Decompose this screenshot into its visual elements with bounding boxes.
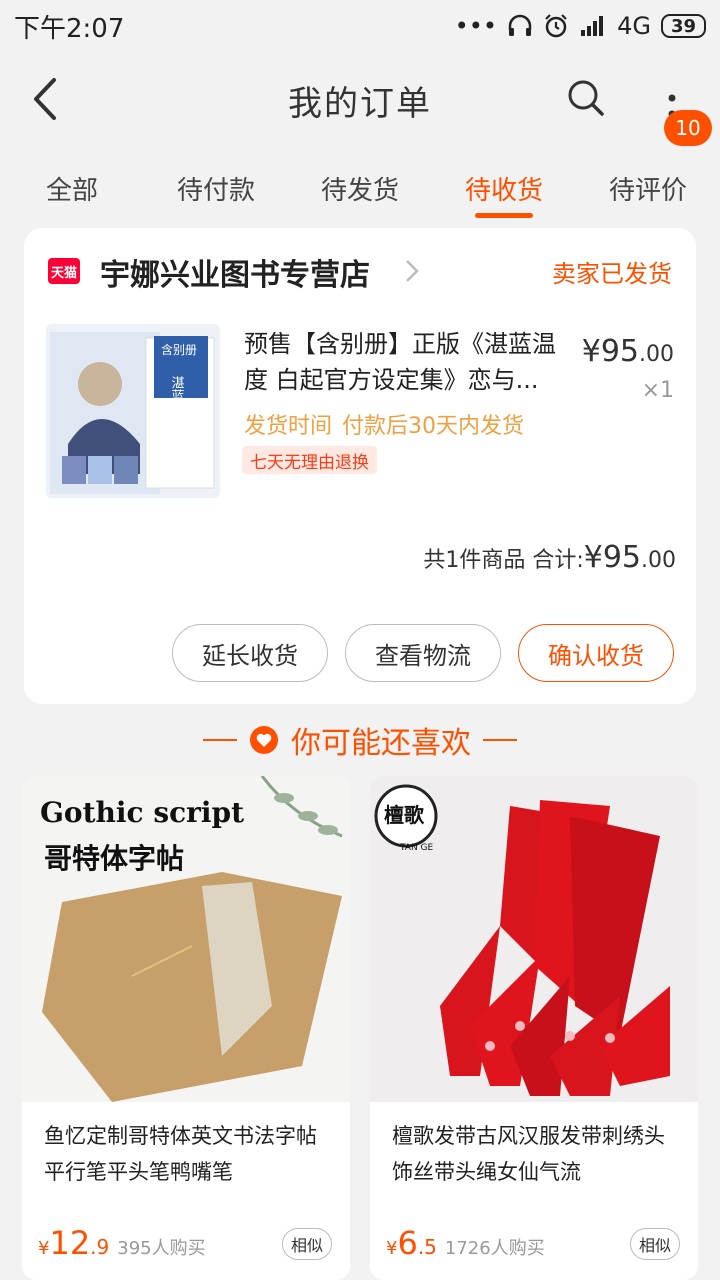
image-text-cn: 哥特体字帖 (44, 842, 184, 875)
price-dec: .5 (417, 1235, 437, 1259)
currency: ¥ (386, 1238, 398, 1259)
product-price: ¥95.00 (582, 334, 674, 369)
store-row[interactable]: 天猫 宇娜兴业图书专营店 卖家已发货 (24, 228, 696, 314)
similar-button[interactable]: 相似 (629, 1228, 680, 1260)
network-label: 4G (617, 12, 651, 40)
product-thumbnail[interactable]: 含别册 湛蓝温度 (46, 324, 220, 498)
shipping-value: 付款后30天内发货 (342, 414, 525, 439)
order-card: 天猫 宇娜兴业图书专营店 卖家已发货 含别册 湛蓝温度 预售【含别册】正版《湛蓝… (24, 228, 696, 704)
status-time: 下午2:07 (14, 13, 125, 44)
store-name[interactable]: 宇娜兴业图书专营店 (100, 250, 370, 294)
price-dec: .9 (90, 1235, 110, 1259)
similar-button[interactable]: 相似 (281, 1228, 332, 1260)
heart-icon (250, 726, 278, 754)
summary-total-int: ¥95 (583, 540, 641, 575)
notification-badge: 10 (664, 110, 712, 146)
thumb-badge-text: 含别册 (161, 342, 197, 357)
tab-pending-receipt[interactable]: 待收货 (432, 158, 576, 220)
tab-pending-review[interactable]: 待评价 (576, 158, 720, 220)
product-image: 檀歌 TAN GE (370, 776, 698, 1102)
top-nav: 我的订单 10 (0, 52, 720, 146)
product-title: 檀歌发带古风汉服发带刺绣头饰丝带头绳女仙气流 (392, 1124, 665, 1184)
product-title: 鱼忆定制哥特体英文书法字帖平行笔平头笔鸭嘴笔 (44, 1124, 317, 1184)
battery-icon: 39 (660, 14, 706, 38)
order-summary: 共1件商品 合计:¥95.00 (423, 540, 676, 575)
recommend-title: 你可能还喜欢 (291, 726, 471, 761)
sold-count: 395人购买 (117, 1238, 206, 1259)
confirm-receipt-button[interactable]: 确认收货 (518, 624, 674, 682)
divider (483, 739, 517, 741)
return-policy-tag: 七天无理由退换 (242, 446, 377, 474)
headphones-icon (508, 14, 532, 36)
status-bar: 下午2:07 ••• 4G 39 (0, 0, 720, 52)
chevron-right-icon (406, 260, 419, 282)
price-int: 6 (397, 1224, 418, 1262)
search-icon[interactable] (566, 78, 606, 118)
page-title: 我的订单 (288, 84, 432, 124)
tab-pending-payment[interactable]: 待付款 (144, 158, 288, 220)
recommend-card[interactable]: Gothic script 哥特体字帖 鱼忆定制哥特体英文书法字帖平行笔平头笔鸭… (22, 776, 350, 1280)
recommend-card[interactable]: 檀歌 TAN GE 檀歌发带古风汉服发带刺绣头饰丝带头绳女仙气流 ¥ 6 .5 … (370, 776, 698, 1280)
product-price: ¥ 12 .9 395人购买 (38, 1224, 206, 1262)
currency: ¥ (38, 1238, 50, 1259)
order-status: 卖家已发货 (552, 260, 672, 288)
shipping-info: 发货时间 付款后30天内发货 (244, 408, 534, 440)
tab-all[interactable]: 全部 (0, 158, 144, 220)
logo-text-cn: 檀歌 (384, 803, 425, 827)
product-price: ¥ 6 .5 1726人购买 (386, 1224, 545, 1262)
extend-receipt-button[interactable]: 延长收货 (172, 624, 328, 682)
status-icons: ••• 4G 39 (455, 12, 706, 40)
divider (203, 739, 237, 741)
product-image: Gothic script 哥特体字帖 (22, 776, 350, 1102)
signal-icon (581, 16, 604, 36)
view-logistics-button[interactable]: 查看物流 (345, 624, 501, 682)
sold-count: 1726人购买 (444, 1238, 545, 1259)
thumb-caption-text: 湛蓝温度 (169, 376, 185, 428)
shipping-label: 发货时间 (244, 414, 333, 439)
order-tabs: 全部 待付款 待发货 待收货 待评价 (0, 158, 720, 220)
book-cover-image: 含别册 湛蓝温度 (46, 324, 220, 498)
image-text-en: Gothic script (40, 796, 244, 829)
price-int: 12 (49, 1224, 91, 1262)
alarm-icon (545, 14, 567, 38)
tab-pending-shipment[interactable]: 待发货 (288, 158, 432, 220)
product-title[interactable]: 预售【含别册】正版《湛蓝温度 白起官方设定集》恋与... (244, 326, 576, 402)
product-quantity: ×1 (641, 378, 674, 403)
summary-count: 共1件商品 合计: (423, 548, 584, 573)
recommend-header: 你可能还喜欢 (0, 712, 720, 768)
product-price-int: ¥95 (581, 334, 639, 369)
summary-total-dec: .00 (641, 548, 676, 573)
tmall-logo-icon: 天猫 (48, 258, 80, 284)
logo-text-en: TAN GE (399, 843, 434, 853)
product-price-dec: .00 (639, 342, 674, 367)
dots-icon: ••• (454, 12, 498, 40)
